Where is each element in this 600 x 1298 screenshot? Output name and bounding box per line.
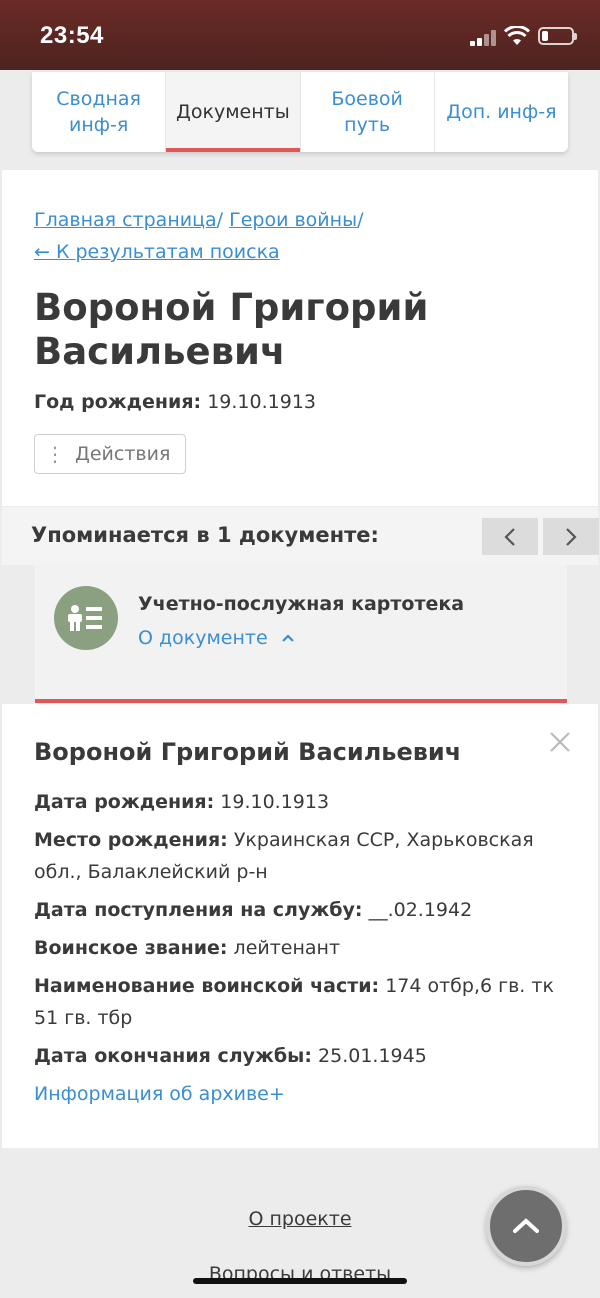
status-bar: 23:54	[0, 0, 600, 70]
tab-documents[interactable]: Документы	[166, 72, 301, 152]
chevron-left-icon	[504, 527, 515, 546]
breadcrumb-heroes-link[interactable]: Герои войны	[229, 209, 357, 231]
tab-extra-info[interactable]: Доп. инф-я	[435, 72, 568, 152]
tab-combat-path[interactable]: Боевой путь	[301, 72, 435, 152]
document-title: Учетно-послужная картотека	[138, 593, 465, 615]
birth-year: Год рождения: 19.10.1913	[34, 391, 316, 413]
field-birth-place: Место рождения: Украинская ССР, Харьковс…	[34, 829, 534, 883]
details-fields: Дата рождения: 19.10.1913 Место рождения…	[34, 786, 574, 1116]
field-birth-date: Дата рождения: 19.10.1913	[34, 791, 330, 813]
field-enlistment-date: Дата поступления на службу: __.02.1942	[34, 899, 473, 921]
document-details-card: Вороной Григорий Васильевич Дата рождени…	[2, 704, 598, 1148]
breadcrumb: Главная страница/ Герои войны/	[34, 209, 364, 231]
wifi-icon	[504, 26, 530, 45]
section-tabs: Сводная инф-я Документы Боевой путь Доп.…	[32, 72, 568, 152]
chevron-up-icon	[281, 634, 294, 642]
chevron-up-icon	[513, 1218, 539, 1233]
field-rank: Воинское звание: лейтенант	[34, 937, 341, 959]
mentions-title: Упоминается в 1 документе:	[31, 523, 379, 547]
hero-card: Главная страница/ Герои войны/ ← К резул…	[2, 170, 598, 506]
details-name: Вороной Григорий Васильевич	[34, 738, 462, 766]
service-card-icon	[54, 586, 118, 650]
chevron-right-icon	[566, 527, 577, 546]
more-vertical-icon: ⋮	[45, 442, 65, 466]
archive-info-link[interactable]: Информация об архиве+	[34, 1078, 574, 1110]
mentions-header: Упоминается в 1 документе:	[2, 507, 599, 565]
field-service-end-date: Дата окончания службы: 25.01.1945	[34, 1045, 427, 1067]
home-indicator[interactable]	[193, 1278, 407, 1284]
breadcrumb-home-link[interactable]: Главная страница	[34, 209, 217, 231]
prev-document-button[interactable]	[482, 518, 538, 555]
signal-icon	[470, 30, 496, 46]
actions-button[interactable]: ⋮ Действия	[34, 434, 186, 474]
battery-icon	[538, 27, 577, 45]
tab-summary[interactable]: Сводная инф-я	[32, 72, 167, 152]
back-to-results-link[interactable]: ← К результатам поиска	[34, 240, 280, 264]
close-icon[interactable]	[548, 730, 572, 754]
field-military-unit: Наименование воинской части: 174 отбр,6 …	[34, 975, 554, 1029]
scroll-to-top-button[interactable]	[486, 1186, 566, 1266]
status-time: 23:54	[40, 22, 104, 49]
document-panel[interactable]: Учетно-послужная картотека О документе	[35, 565, 567, 703]
about-document-toggle[interactable]: О документе	[138, 627, 296, 649]
next-document-button[interactable]	[543, 518, 599, 555]
page-title: Вороной Григорий Васильевич	[34, 286, 429, 373]
